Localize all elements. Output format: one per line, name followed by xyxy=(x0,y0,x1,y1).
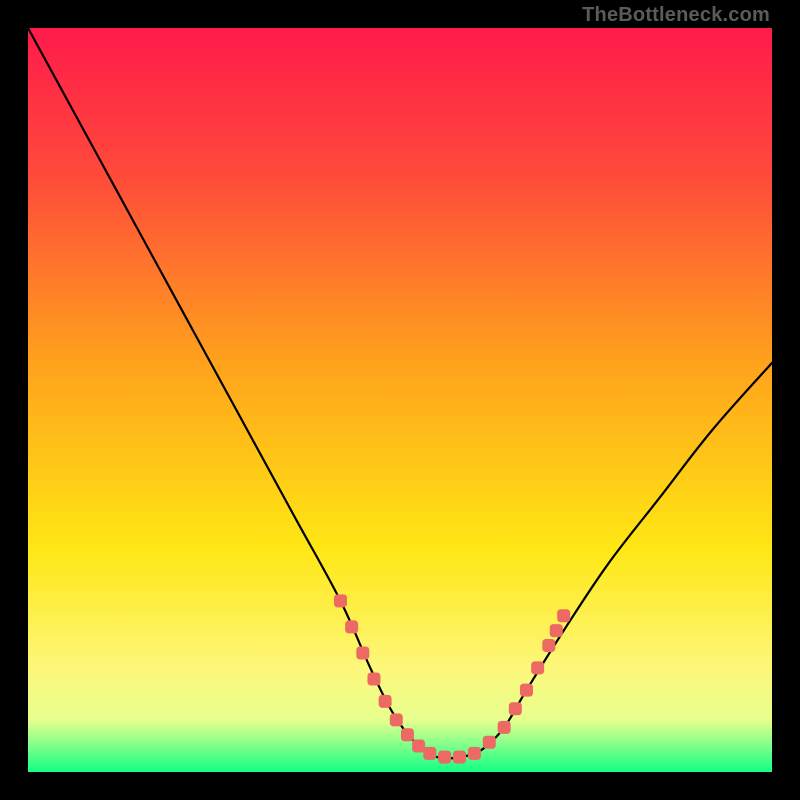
sweet-spot-marker xyxy=(438,751,451,764)
sweet-spot-marker xyxy=(423,747,436,760)
sweet-spot-marker xyxy=(356,646,369,659)
sweet-spot-marker xyxy=(531,661,544,674)
chart-frame xyxy=(28,28,772,772)
sweet-spot-marker xyxy=(550,624,563,637)
sweet-spot-marker xyxy=(468,747,481,760)
sweet-spot-marker xyxy=(520,684,533,697)
watermark-text: TheBottleneck.com xyxy=(582,4,770,27)
sweet-spot-marker xyxy=(367,673,380,686)
sweet-spot-marker xyxy=(412,739,425,752)
bottleneck-chart xyxy=(28,28,772,772)
sweet-spot-marker xyxy=(498,721,511,734)
sweet-spot-marker xyxy=(345,620,358,633)
sweet-spot-marker xyxy=(379,695,392,708)
sweet-spot-marker xyxy=(334,594,347,607)
sweet-spot-marker xyxy=(557,609,570,622)
sweet-spot-marker xyxy=(453,751,466,764)
sweet-spot-marker xyxy=(509,702,522,715)
sweet-spot-marker xyxy=(401,728,414,741)
sweet-spot-marker xyxy=(542,639,555,652)
gradient-background xyxy=(28,28,772,772)
sweet-spot-marker xyxy=(483,736,496,749)
sweet-spot-marker xyxy=(390,713,403,726)
